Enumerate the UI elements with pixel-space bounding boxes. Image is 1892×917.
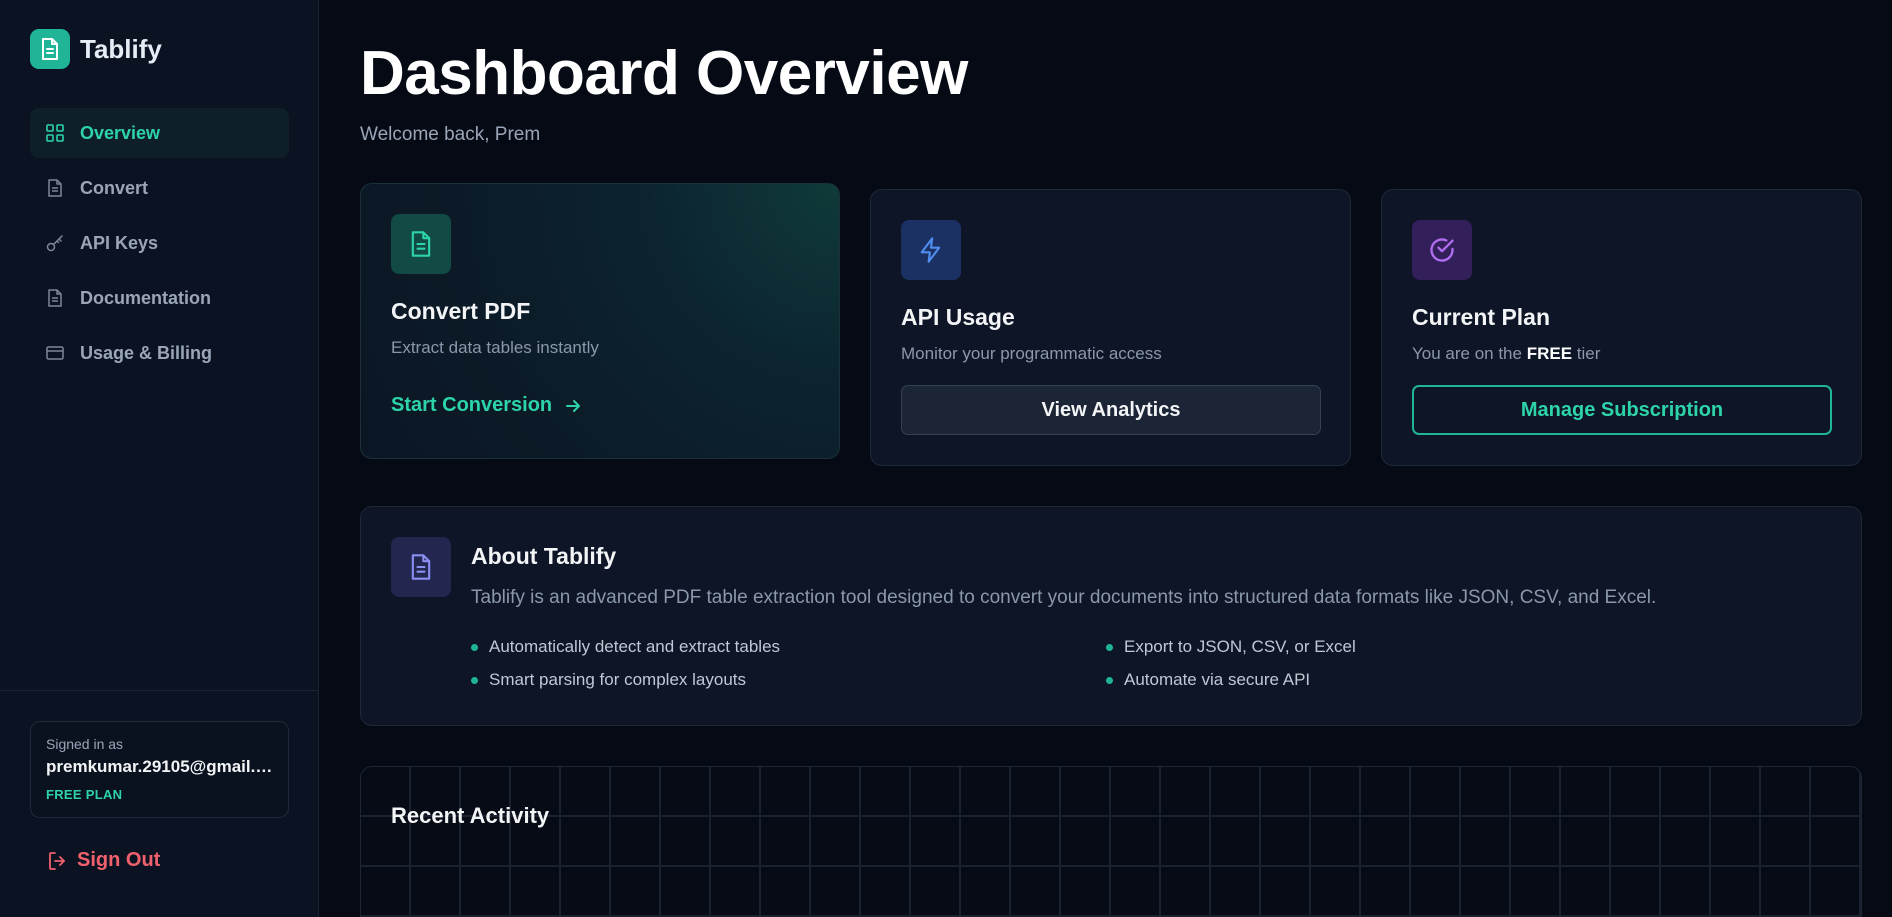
convert-pdf-card[interactable]: Convert PDF Extract data tables instantl…: [360, 183, 840, 459]
welcome-text: Welcome back, Prem: [360, 124, 541, 145]
arrow-right-icon: [566, 399, 581, 412]
about-title: About Tablify: [471, 543, 617, 569]
recent-activity-title: Recent Activity: [391, 803, 550, 828]
plan-desc-prefix: You are on the: [1412, 344, 1527, 363]
card-title: Current Plan: [1412, 304, 1551, 330]
card-title: Convert PDF: [391, 298, 531, 324]
app-name: Tablify: [80, 33, 162, 64]
feature-list: Automatically detect and extract tables …: [471, 637, 1741, 690]
list-item: Automate via secure API: [1106, 670, 1741, 690]
api-usage-card: API Usage Monitor your programmatic acce…: [870, 189, 1351, 466]
plan-badge: FREE PLAN: [46, 787, 123, 802]
sidebar-item-usage-billing[interactable]: Usage & Billing: [30, 328, 289, 378]
manage-subscription-button[interactable]: Manage Subscription: [1412, 385, 1832, 435]
sidebar-nav: Overview Convert API Keys Documentation …: [30, 108, 289, 383]
credit-card-icon: [46, 344, 64, 362]
sidebar-item-convert[interactable]: Convert: [30, 163, 289, 213]
sidebar-item-overview[interactable]: Overview: [30, 108, 289, 158]
plan-desc-suffix: tier: [1572, 344, 1601, 363]
list-item: Automatically detect and extract tables: [471, 637, 1106, 657]
sidebar: Tablify Overview Convert API Keys Docume…: [0, 0, 319, 917]
card-description: You are on the FREE tier: [1412, 344, 1600, 364]
sidebar-item-label: Usage & Billing: [80, 342, 213, 363]
feature-text: Automatically detect and extract tables: [489, 637, 781, 656]
document-icon: [46, 289, 64, 307]
start-conversion-link[interactable]: Start Conversion: [391, 394, 582, 417]
sign-out-button[interactable]: Sign Out: [47, 849, 160, 872]
about-description: Tablify is an advanced PDF table extract…: [471, 587, 1657, 608]
document-icon: [391, 214, 451, 274]
bullet-dot: [1106, 643, 1113, 651]
feature-text: Smart parsing for complex layouts: [489, 670, 746, 689]
key-icon: [46, 234, 64, 252]
grid-icon: [46, 124, 64, 142]
user-card: Signed in as premkumar.29105@gmail.com F…: [30, 721, 289, 818]
sidebar-item-api-keys[interactable]: API Keys: [30, 218, 289, 268]
page-title: Dashboard Overview: [360, 39, 968, 108]
brand[interactable]: Tablify: [30, 29, 162, 69]
list-item: Export to JSON, CSV, or Excel: [1106, 637, 1741, 657]
feature-text: Automate via secure API: [1124, 670, 1311, 689]
list-item: Smart parsing for complex layouts: [471, 670, 1106, 690]
sidebar-divider: [0, 690, 319, 691]
sign-out-label: Sign Out: [77, 849, 161, 871]
about-card: About Tablify Tablify is an advanced PDF…: [360, 506, 1862, 726]
card-title: API Usage: [901, 304, 1015, 330]
document-icon: [391, 537, 451, 597]
lightning-icon: [901, 220, 961, 280]
feature-text: Export to JSON, CSV, or Excel: [1124, 637, 1356, 656]
grid-background: [361, 767, 1861, 917]
sign-out-icon: [49, 851, 65, 870]
check-circle-icon: [1412, 220, 1472, 280]
card-description: Monitor your programmatic access: [901, 344, 1162, 363]
card-description: Extract data tables instantly: [391, 338, 599, 357]
sidebar-item-documentation[interactable]: Documentation: [30, 273, 289, 323]
sidebar-item-label: API Keys: [80, 232, 159, 253]
bullet-dot: [1106, 676, 1113, 684]
bullet-dot: [471, 676, 478, 684]
plan-tier: FREE: [1526, 344, 1573, 363]
user-email: premkumar.29105@gmail.com: [46, 757, 274, 776]
document-icon: [46, 179, 64, 197]
sidebar-item-label: Convert: [80, 177, 149, 198]
signed-in-label: Signed in as: [46, 736, 124, 752]
recent-activity-card: Recent Activity: [360, 766, 1862, 917]
sidebar-item-label: Documentation: [80, 287, 212, 308]
tablify-logo-icon: [30, 29, 70, 69]
sidebar-item-label: Overview: [80, 122, 161, 143]
bullet-dot: [471, 643, 478, 651]
current-plan-card: Current Plan You are on the FREE tier Ma…: [1381, 189, 1862, 466]
view-analytics-button[interactable]: View Analytics: [901, 385, 1321, 435]
start-conversion-label: Start Conversion: [391, 394, 553, 416]
